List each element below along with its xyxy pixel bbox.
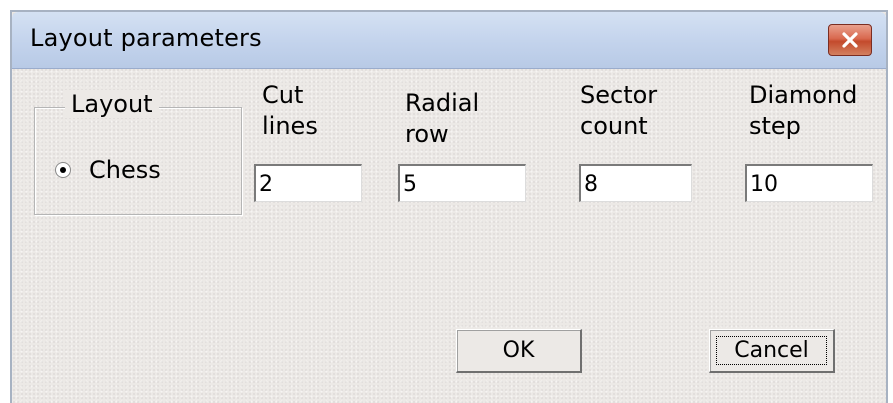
sector-count-input[interactable] xyxy=(579,164,692,202)
cut-lines-label-line1: Cut xyxy=(262,81,304,109)
close-icon xyxy=(841,32,859,48)
sector-count-label-line2: count xyxy=(580,112,648,140)
close-button[interactable] xyxy=(828,24,872,56)
chess-radio-button[interactable] xyxy=(55,162,71,178)
chess-radio-label: Chess xyxy=(89,156,161,184)
layout-groupbox: Layout Chess xyxy=(34,90,242,215)
diamond-step-label-line1: Diamond xyxy=(749,81,858,109)
cut-lines-label-line2: lines xyxy=(262,112,318,140)
cut-lines-label: Cut lines xyxy=(262,80,318,142)
radial-row-label-line2: row xyxy=(405,120,449,148)
diamond-step-label-line2: step xyxy=(749,112,801,140)
dialog-title: Layout parameters xyxy=(30,24,262,52)
diamond-step-input[interactable] xyxy=(745,164,873,202)
diamond-step-label: Diamond step xyxy=(749,80,857,142)
radio-option-chess[interactable]: Chess xyxy=(55,156,161,184)
cancel-button-label: Cancel xyxy=(734,338,809,363)
layout-groupbox-legend: Layout xyxy=(65,90,159,118)
radial-row-input[interactable] xyxy=(398,164,526,202)
radial-row-label-line1: Radial xyxy=(405,89,480,117)
sector-count-label-line1: Sector xyxy=(580,81,658,109)
radial-row-label: Radial row xyxy=(405,88,479,150)
sector-count-label: Sector count xyxy=(580,80,657,142)
cancel-button[interactable]: Cancel xyxy=(709,329,835,373)
cut-lines-input[interactable] xyxy=(254,164,362,202)
layout-parameters-dialog: Layout parameters Layout Chess Cut lines… xyxy=(10,10,888,403)
ok-button-label: OK xyxy=(502,338,535,363)
ok-button[interactable]: OK xyxy=(456,329,582,373)
radio-selected-dot xyxy=(60,167,66,173)
title-bar[interactable]: Layout parameters xyxy=(12,12,886,69)
